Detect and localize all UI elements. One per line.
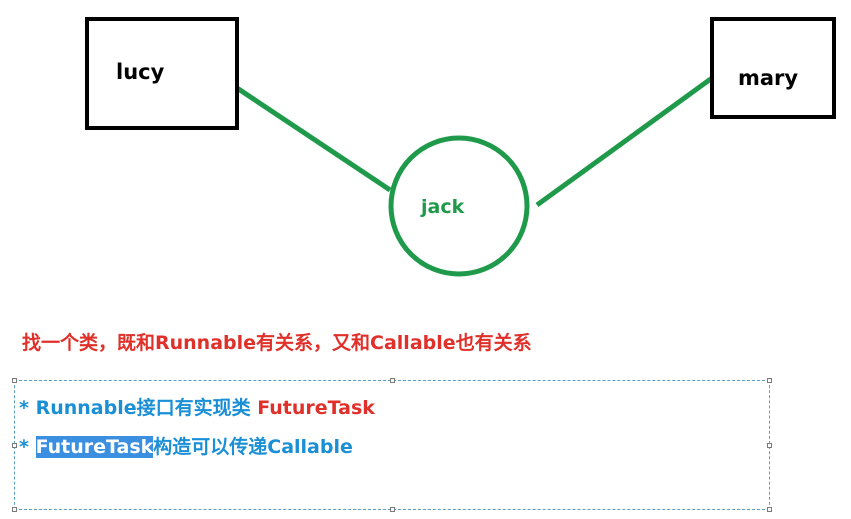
caption-text: 找一个类，既和Runnable有关系，又和Callable也有关系 — [22, 332, 532, 354]
note-2-bullet: * — [19, 436, 36, 458]
resize-handle-bottom-left[interactable] — [12, 507, 17, 512]
note-1-bullet: * — [19, 397, 36, 419]
resize-handle-bottom-center[interactable] — [390, 507, 395, 512]
note-2-selected-text[interactable]: FutureTask — [35, 436, 154, 458]
edge-jack-mary — [535, 75, 714, 208]
resize-handle-middle-right[interactable] — [767, 443, 772, 448]
lucy-label: lucy — [116, 60, 165, 84]
note-1-class-name: FutureTask — [257, 397, 375, 419]
resize-handle-middle-left[interactable] — [12, 443, 17, 448]
mary-label: mary — [738, 66, 799, 90]
jack-label: jack — [421, 196, 465, 218]
notes-textbox[interactable]: * Runnable接口有实现类 FutureTask * FutureTask… — [12, 378, 772, 512]
note-2-text: 构造可以传递Callable — [153, 436, 353, 458]
resize-handle-top-right[interactable] — [767, 378, 772, 383]
resize-handle-top-center[interactable] — [390, 378, 395, 383]
resize-handle-bottom-right[interactable] — [767, 507, 772, 512]
edge-lucy-jack — [235, 85, 392, 193]
resize-handle-top-left[interactable] — [12, 378, 17, 383]
note-line-2: * FutureTask构造可以传递Callable — [19, 432, 353, 459]
note-line-1: * Runnable接口有实现类 FutureTask — [19, 393, 375, 420]
note-1-text: Runnable接口有实现类 — [35, 397, 258, 419]
